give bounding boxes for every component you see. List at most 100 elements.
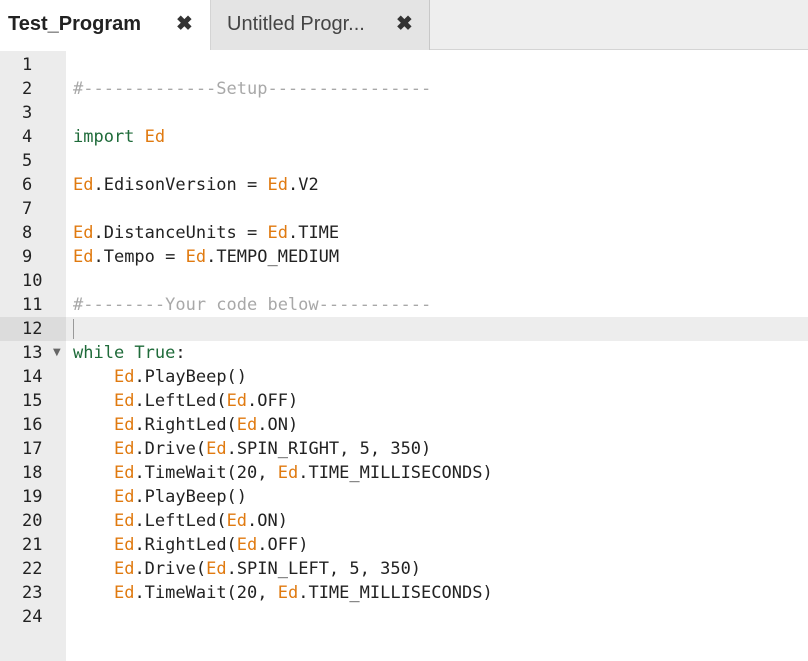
code-token-plain: .LeftLed( (134, 511, 227, 531)
code-text: Ed.LeftLed(Ed.OFF) (73, 389, 298, 413)
code-line[interactable]: 5 (0, 149, 808, 173)
code-token-module: Ed (277, 463, 299, 483)
code-line[interactable]: 11 #--------Your code below----------- (0, 293, 808, 317)
code-line[interactable]: 18 Ed.TimeWait(20, Ed.TIME_MILLISECONDS) (0, 461, 808, 485)
code-line[interactable]: 21 Ed.RightLed(Ed.OFF) (0, 533, 808, 557)
code-token-module: Ed (73, 223, 94, 243)
code-token-plain: .V2 (287, 175, 319, 195)
code-token-module: Ed (226, 391, 248, 411)
code-token-module: Ed (113, 511, 135, 531)
code-token-module: Ed (144, 127, 166, 147)
code-line[interactable]: 13 ▼ while True: (0, 341, 808, 365)
code-text: Ed.PlayBeep() (73, 485, 247, 509)
code-line[interactable]: 6 Ed.EdisonVersion = Ed.V2 (0, 173, 808, 197)
code-token-module: Ed (236, 415, 258, 435)
code-text: Ed.EdisonVersion = Ed.V2 (73, 173, 319, 197)
code-line[interactable]: 8 Ed.DistanceUnits = Ed.TIME (0, 221, 808, 245)
code-token-comment: #--------Your code below----------- (73, 295, 432, 315)
line-number: 9 (22, 247, 33, 267)
code-token-module: Ed (113, 391, 135, 411)
code-text: Ed.DistanceUnits = Ed.TIME (73, 221, 339, 245)
code-token-plain: .TimeWait(20, (134, 463, 278, 483)
tab-test-program[interactable]: Test_Program ✖ (0, 0, 211, 50)
fold-arrow-icon[interactable]: ▼ (53, 341, 61, 365)
line-number: 18 (22, 463, 43, 483)
code-token-plain: .DistanceUnits = (93, 223, 268, 243)
code-line[interactable]: 3 (0, 101, 808, 125)
line-number: 15 (22, 391, 43, 411)
code-token-plain: .Drive( (134, 439, 207, 459)
line-number: 1 (22, 55, 33, 75)
code-token-module: Ed (267, 223, 288, 243)
code-token-keyword: import (73, 127, 145, 147)
code-text: Ed.Tempo = Ed.TEMPO_MEDIUM (73, 245, 339, 269)
line-number: 17 (22, 439, 43, 459)
line-number: 16 (22, 415, 43, 435)
code-token-comment: #-------------Setup---------------- (73, 79, 432, 99)
code-token-module: Ed (113, 415, 135, 435)
code-token-plain: .PlayBeep() (134, 367, 248, 387)
code-lines[interactable]: 1 2 #-------------Setup---------------- 3 4 i… (0, 53, 808, 629)
code-token-plain: .TimeWait(20, (134, 583, 278, 603)
code-token-plain: .ON) (247, 511, 288, 531)
code-token-module: Ed (267, 175, 288, 195)
code-token-plain: .OFF) (247, 391, 299, 411)
code-line[interactable]: 17 Ed.Drive(Ed.SPIN_RIGHT, 5, 350) (0, 437, 808, 461)
code-token-plain: : (175, 343, 186, 363)
code-text: Ed.PlayBeep() (73, 365, 247, 389)
code-line[interactable]: 23 Ed.TimeWait(20, Ed.TIME_MILLISECONDS) (0, 581, 808, 605)
code-token-module: Ed (113, 463, 135, 483)
line-number: 23 (22, 583, 43, 603)
code-token-module: Ed (113, 487, 135, 507)
code-token-plain: .SPIN_LEFT, 5, 350) (226, 559, 422, 579)
code-token-plain: .PlayBeep() (134, 487, 248, 507)
code-token-module: Ed (73, 175, 94, 195)
line-number: 10 (22, 271, 43, 291)
code-token-module: Ed (236, 535, 258, 555)
code-line[interactable]: 20 Ed.LeftLed(Ed.ON) (0, 509, 808, 533)
code-line[interactable]: 14 Ed.PlayBeep() (0, 365, 808, 389)
code-line[interactable]: 4 import Ed (0, 125, 808, 149)
code-token-plain: .TEMPO_MEDIUM (206, 247, 340, 267)
line-number: 19 (22, 487, 43, 507)
code-editor[interactable]: 1 2 #-------------Setup---------------- 3 4 i… (0, 51, 808, 661)
line-number: 20 (22, 511, 43, 531)
code-text: #-------------Setup---------------- (73, 77, 431, 101)
code-token-plain: .RightLed( (134, 535, 237, 555)
code-line[interactable]: 15 Ed.LeftLed(Ed.OFF) (0, 389, 808, 413)
code-line[interactable]: 7 (0, 197, 808, 221)
code-token-module: Ed (113, 583, 135, 603)
code-text: #--------Your code below----------- (73, 293, 431, 317)
code-line[interactable]: 12 (0, 317, 808, 341)
line-number: 6 (22, 175, 33, 195)
tab-untitled-program[interactable]: Untitled Progr... ✖ (211, 0, 430, 50)
code-token-module: Ed (185, 247, 207, 267)
line-number: 4 (22, 127, 33, 147)
code-line[interactable]: 19 Ed.PlayBeep() (0, 485, 808, 509)
tab-bar: Test_Program ✖ Untitled Progr... ✖ (0, 0, 808, 50)
code-line[interactable]: 16 Ed.RightLed(Ed.ON) (0, 413, 808, 437)
code-line[interactable]: 1 (0, 53, 808, 77)
close-icon[interactable]: ✖ (396, 13, 413, 35)
close-icon[interactable]: ✖ (176, 13, 193, 35)
code-text: while True: (73, 341, 186, 365)
code-line[interactable]: 22 Ed.Drive(Ed.SPIN_LEFT, 5, 350) (0, 557, 808, 581)
code-token-module: Ed (113, 367, 135, 387)
code-line[interactable]: 24 (0, 605, 808, 629)
code-line[interactable]: 9 Ed.Tempo = Ed.TEMPO_MEDIUM (0, 245, 808, 269)
code-token-plain: .TIME_MILLISECONDS) (298, 463, 493, 483)
code-line[interactable]: 10 (0, 269, 808, 293)
line-number: 11 (22, 295, 43, 315)
code-token-plain: .Drive( (134, 559, 207, 579)
code-token-module: Ed (113, 439, 135, 459)
line-number: 22 (22, 559, 43, 579)
code-line[interactable]: 2 #-------------Setup---------------- (0, 77, 808, 101)
code-token-plain: .ON) (257, 415, 299, 435)
